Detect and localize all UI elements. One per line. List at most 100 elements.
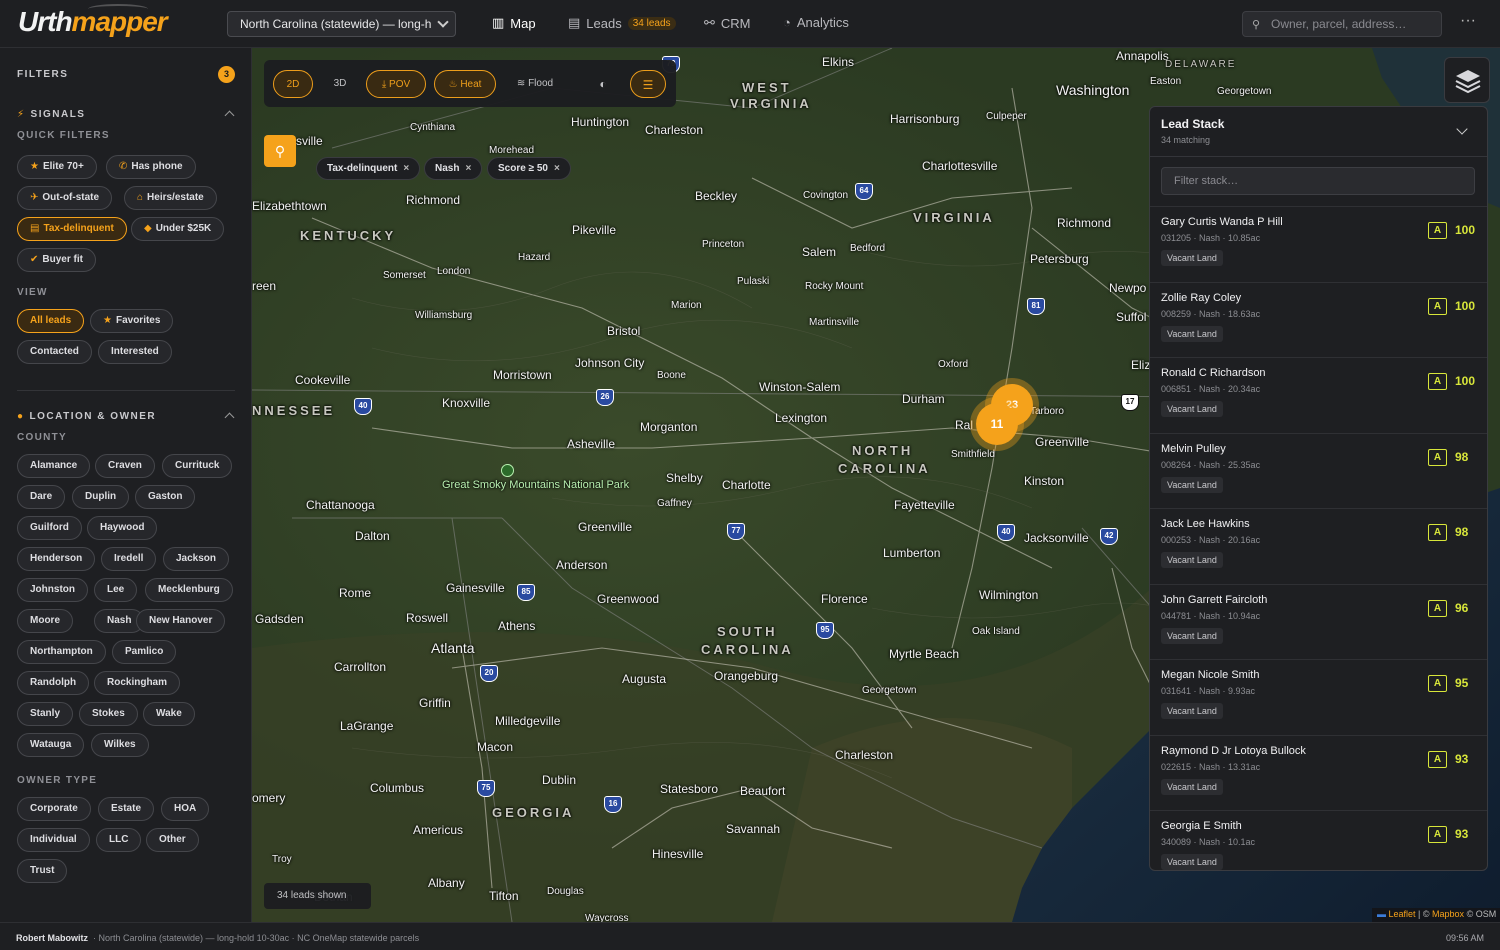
county-chip[interactable]: Wake: [143, 702, 195, 726]
lead-card[interactable]: Ronald C Richardson 006851 · Nash · 20.34…: [1150, 357, 1487, 433]
county-chip[interactable]: Guilford: [17, 516, 82, 540]
owner-type-chip[interactable]: HOA: [161, 797, 210, 821]
county-chip[interactable]: Jackson: [163, 547, 230, 571]
view-chip-label: All leads: [30, 315, 72, 326]
county-chip[interactable]: Pamlico: [112, 640, 177, 664]
lead-land-tag: Vacant Land: [1161, 250, 1223, 266]
county-chip[interactable]: Northampton: [17, 640, 106, 664]
county-chip[interactable]: Dare: [17, 485, 66, 509]
region-select[interactable]: North Carolina (statewide) — long-h: [227, 11, 456, 37]
place-label: Macon: [477, 740, 514, 754]
filters-count-badge: 3: [218, 66, 235, 83]
quick-filter-chip[interactable]: ⌂ Heirs/estate: [124, 186, 217, 210]
lead-score: 98: [1455, 525, 1469, 539]
county-chip[interactable]: Watauga: [17, 733, 85, 757]
owner-type-label: LLC: [109, 834, 129, 845]
signals-heading[interactable]: ⚡ SIGNALS: [17, 109, 85, 120]
county-chip[interactable]: Rockingham: [94, 671, 181, 695]
quick-filter-chip[interactable]: ▤ Tax-delinquent: [17, 217, 127, 241]
county-chip[interactable]: Wilkes: [91, 733, 149, 757]
county-chip[interactable]: Duplin: [72, 485, 130, 509]
view-chip[interactable]: Interested: [98, 340, 172, 364]
view-chip[interactable]: All leads: [17, 309, 85, 333]
view-3d-label: 3D: [333, 78, 347, 89]
attribution-mapbox-link[interactable]: Mapbox: [1432, 909, 1464, 919]
place-label: Cynthiana: [410, 122, 456, 133]
owner-type-chip[interactable]: Trust: [17, 859, 68, 883]
close-icon[interactable]: ×: [554, 163, 560, 174]
county-chip-label: Dare: [30, 491, 53, 502]
county-chip[interactable]: Henderson: [17, 547, 96, 571]
county-chip[interactable]: Haywood: [87, 516, 158, 540]
quick-filter-label: Has phone: [131, 161, 183, 172]
list-icon[interactable]: ☰: [630, 70, 666, 98]
county-chip-label: Craven: [108, 460, 142, 471]
flame-icon: ♨: [448, 79, 461, 90]
lead-card[interactable]: Zollie Ray Coley 008259 · Nash · 18.63ac V…: [1150, 281, 1487, 358]
nav-map[interactable]: ▥ Map: [492, 15, 536, 31]
county-chip-label: Mecklenburg: [158, 584, 220, 595]
close-icon[interactable]: ×: [465, 163, 471, 174]
county-chip[interactable]: Currituck: [162, 454, 233, 478]
county-chip-label: Duplin: [85, 491, 117, 502]
quick-filter-chip[interactable]: ★ Elite 70+: [17, 155, 97, 179]
contrast-icon[interactable]: ◐: [588, 70, 618, 98]
county-chip[interactable]: Lee: [94, 578, 138, 602]
lead-card[interactable]: Jack Lee Hawkins 000253 · Nash · 20.16ac V…: [1150, 508, 1487, 584]
county-chip[interactable]: Craven: [95, 454, 155, 478]
lead-card[interactable]: John Garrett Faircloth 044781 · Nash · 10…: [1150, 583, 1487, 660]
nav-crm[interactable]: ⚯ CRM: [704, 15, 751, 31]
active-filter-chip[interactable]: Tax-delinquent ×: [316, 157, 421, 180]
view-3d-button[interactable]: 3D: [320, 70, 360, 98]
county-chip[interactable]: Gaston: [135, 485, 196, 509]
county-chip[interactable]: Mecklenburg: [145, 578, 233, 602]
county-chip[interactable]: Stanly: [17, 702, 74, 726]
owner-type-chip[interactable]: Individual: [17, 828, 90, 852]
view-2d-button[interactable]: 2D: [273, 70, 313, 98]
quick-filter-chip[interactable]: ✔ Buyer fit: [17, 248, 96, 272]
star-icon: ★: [103, 315, 112, 326]
close-icon[interactable]: ×: [403, 163, 409, 174]
quick-filter-chip[interactable]: ✆ Has phone: [106, 155, 196, 179]
quick-filter-chip[interactable]: ◆ Under $25K: [131, 217, 225, 241]
nav-analytics[interactable]: ◔ Analytics: [783, 15, 849, 30]
owner-type-chip[interactable]: Other: [146, 828, 199, 852]
more-menu-button[interactable]: ···: [1460, 12, 1476, 30]
map-search-button[interactable]: ⚲: [264, 135, 296, 167]
location-owner-heading[interactable]: ● LOCATION & OWNER: [17, 411, 156, 422]
flood-button[interactable]: ≋ Flood: [504, 70, 566, 98]
county-chip[interactable]: Alamance: [17, 454, 91, 478]
park-label[interactable]: Great Smoky Mountains National Park: [442, 464, 629, 491]
county-chip[interactable]: Moore: [17, 609, 73, 633]
chevron-up-icon[interactable]: [224, 412, 235, 423]
county-chip[interactable]: New Hanover: [136, 609, 226, 633]
logo[interactable]: Urthmapper: [18, 4, 168, 38]
owner-type-chip[interactable]: Corporate: [17, 797, 91, 821]
lead-card[interactable]: Raymond D Jr Lotoya Bullock 022615 · Nash…: [1150, 734, 1487, 811]
active-filter-chip[interactable]: Score ≥ 50 ×: [487, 157, 571, 180]
active-filter-chip[interactable]: Nash ×: [424, 157, 483, 180]
lead-cluster-marker[interactable]: 11: [976, 403, 1018, 445]
view-chip[interactable]: ★ Favorites: [90, 309, 174, 333]
lead-card[interactable]: Melvin Pulley 008264 · Nash · 25.35ac Vaca…: [1150, 432, 1487, 509]
county-chip[interactable]: Iredell: [101, 547, 157, 571]
global-search-input[interactable]: ⚲ Owner, parcel, address…: [1242, 11, 1442, 37]
heat-button[interactable]: ♨ Heat: [434, 70, 496, 98]
owner-type-chip[interactable]: Estate: [98, 797, 155, 821]
county-chip[interactable]: Stokes: [79, 702, 138, 726]
chevron-up-icon[interactable]: [224, 110, 235, 121]
lead-card[interactable]: Megan Nicole Smith 031641 · Nash · 9.93ac…: [1150, 659, 1487, 735]
stack-filter-input[interactable]: Filter stack…: [1161, 167, 1475, 195]
view-chip[interactable]: Contacted: [17, 340, 92, 364]
lead-card[interactable]: Georgia E Smith 340089 · Nash · 10.1ac Vac…: [1150, 810, 1487, 870]
county-chip[interactable]: Randolph: [17, 671, 90, 695]
attribution-leaflet-link[interactable]: Leaflet: [1389, 909, 1416, 919]
lead-card[interactable]: Gary Curtis Wanda P Hill 031205 · Nash · …: [1150, 206, 1487, 282]
nav-leads[interactable]: ▤ Leads 34 leads: [568, 15, 676, 31]
county-chip[interactable]: Johnston: [17, 578, 88, 602]
quick-filter-chip[interactable]: ✈ Out-of-state: [17, 186, 113, 210]
owner-type-chip[interactable]: LLC: [96, 828, 142, 852]
chevron-down-icon[interactable]: [1456, 123, 1468, 135]
layers-button[interactable]: [1444, 57, 1490, 103]
pov-button[interactable]: ⤓ POV: [366, 70, 426, 98]
